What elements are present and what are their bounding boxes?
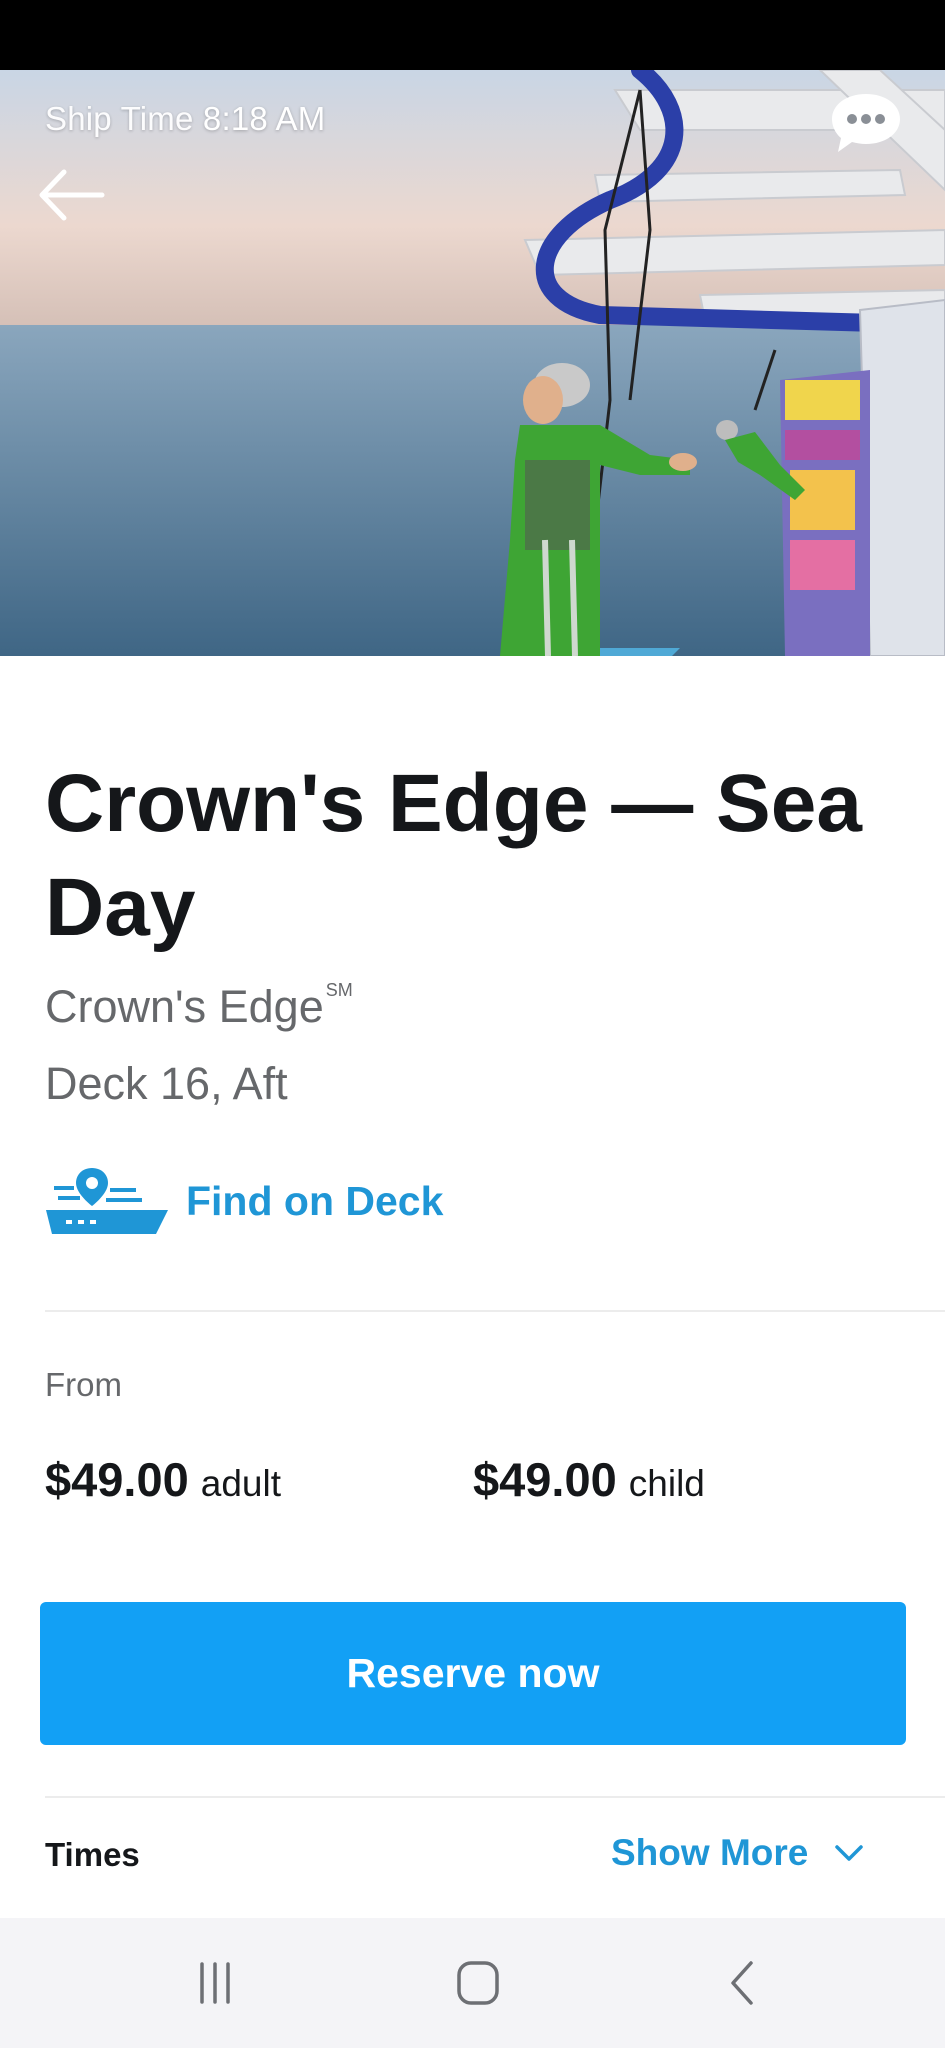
child-price-unit: child [628,1463,705,1504]
venue-location: Deck 16, Aft [45,1058,288,1109]
reserve-now-button[interactable]: Reserve now [40,1602,906,1745]
ship-time: Ship Time 8:18 AM [45,100,325,138]
show-more-button[interactable]: Show More [611,1830,864,1876]
home-button[interactable] [443,1950,513,2016]
ship-time-label: Ship Time [45,100,194,137]
adult-price-amount: $49.00 [45,1453,189,1506]
price-from-label: From [45,1366,122,1403]
ship-time-value: 8:18 AM [202,100,326,137]
service-mark: SM [325,980,353,1000]
child-price: $49.00 child [473,1452,705,1507]
ship-location-icon [46,1168,168,1234]
nav-back-button[interactable] [707,1950,777,2016]
nav-back-icon [731,1961,753,2005]
chevron-down-icon [835,1845,864,1861]
divider [45,1796,945,1798]
chat-button[interactable] [828,90,904,156]
adult-price: $49.00 adult [45,1452,281,1507]
find-on-deck-label: Find on Deck [186,1177,444,1224]
venue-name: Crown's Edge SM [45,980,353,1033]
show-more-label: Show More [611,1832,809,1873]
venue-name-text: Crown's Edge [45,981,324,1032]
recents-icon [200,1962,230,2004]
adult-price-unit: adult [200,1463,281,1504]
hero-illustration [0,70,945,656]
child-price-amount: $49.00 [473,1453,617,1506]
find-on-deck-link[interactable]: Find on Deck [44,1166,474,1236]
chat-bubble-icon [832,94,900,152]
back-button[interactable] [34,160,114,230]
status-bar [0,0,945,70]
activity-title: Crown's Edge — Sea Day [45,758,862,953]
recents-button[interactable] [180,1950,250,2016]
back-arrow-icon [39,169,105,221]
divider [45,1310,945,1312]
times-heading: Times [45,1836,140,1873]
home-icon [457,1961,499,2005]
hero-image: Ship Time 8:18 AM [0,70,945,656]
